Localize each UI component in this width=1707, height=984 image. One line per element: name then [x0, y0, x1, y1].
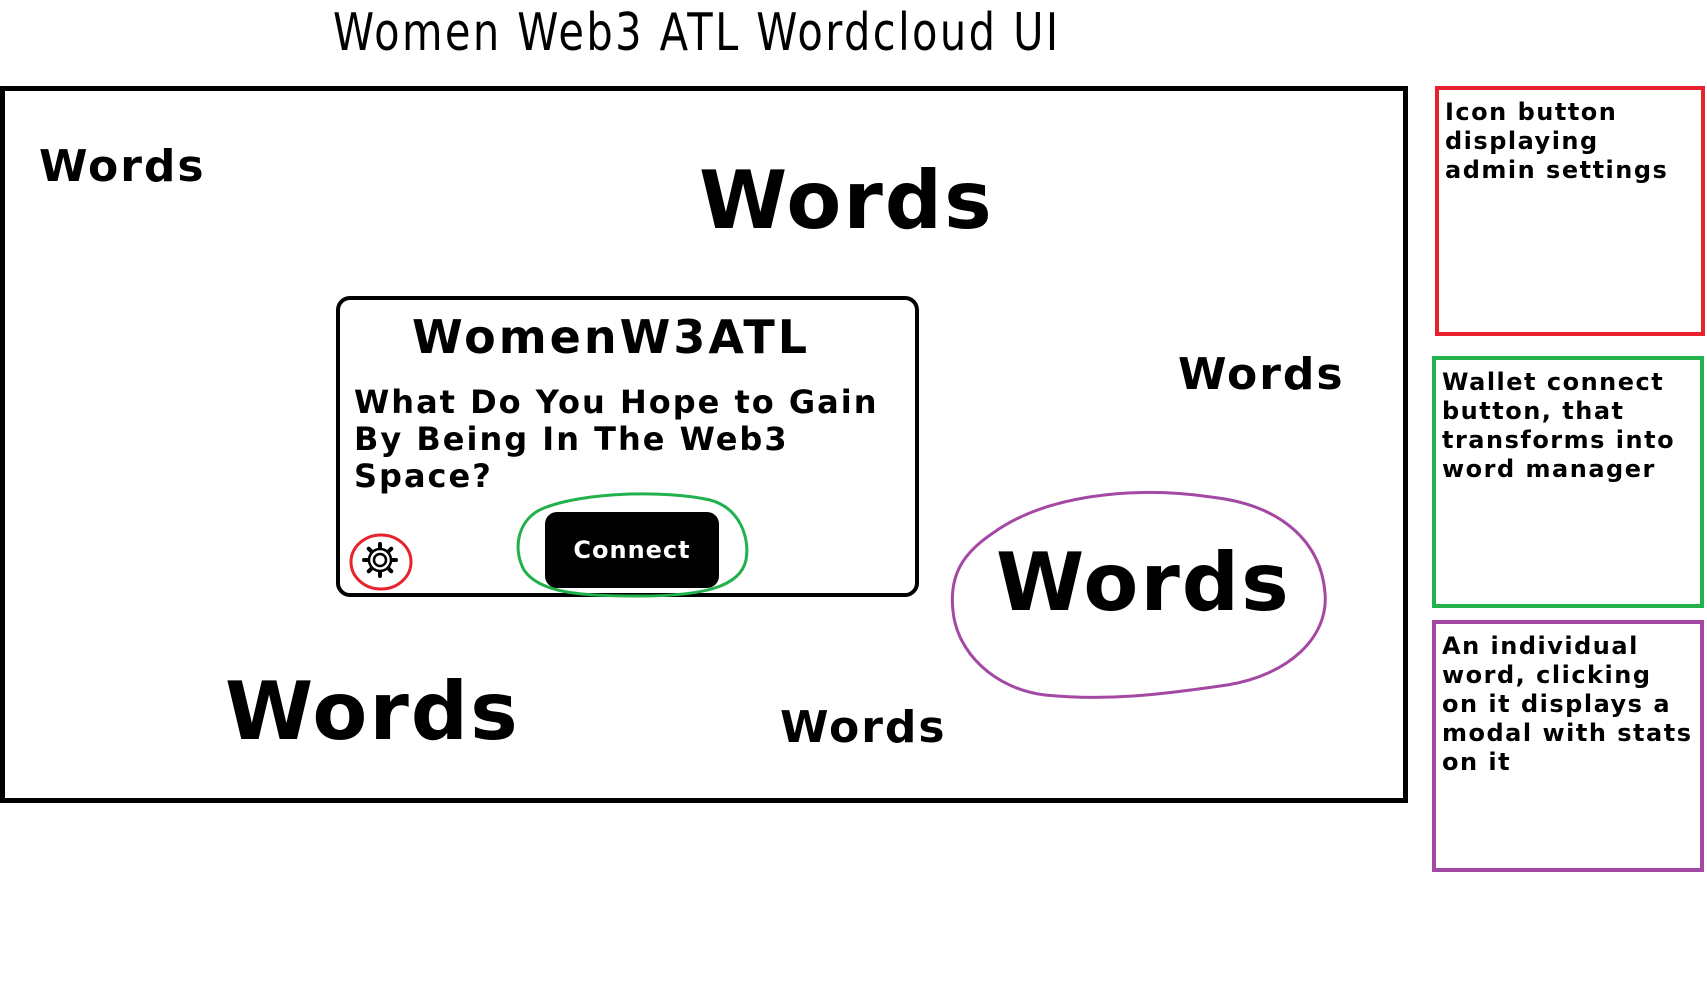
word-item[interactable]: Words: [996, 543, 1291, 623]
word-item[interactable]: Words: [780, 706, 947, 750]
wordcloud-canvas: Words Words Words Words Words Words Wome…: [0, 86, 1408, 803]
word-item[interactable]: Words: [1178, 353, 1345, 397]
word-item[interactable]: Words: [225, 672, 520, 752]
annotation-word: An individual word, clicking on it displ…: [1432, 620, 1704, 872]
question-modal: WomenW3ATL What Do You Hope to Gain By B…: [336, 296, 919, 598]
modal-title: WomenW3ATL: [412, 310, 811, 364]
word-item[interactable]: Words: [39, 145, 206, 189]
gear-icon: [362, 542, 398, 578]
annotation-connect: Wallet connect button, that transforms i…: [1432, 356, 1704, 608]
connect-wallet-button[interactable]: Connect: [545, 512, 719, 588]
admin-settings-button[interactable]: [360, 540, 400, 580]
annotation-settings: Icon button displaying admin settings: [1435, 86, 1705, 336]
modal-question: What Do You Hope to Gain By Being In The…: [354, 383, 879, 495]
word-item[interactable]: Words: [699, 161, 994, 241]
page-title: Women Web3 ATL Wordcloud UI: [333, 3, 1061, 63]
